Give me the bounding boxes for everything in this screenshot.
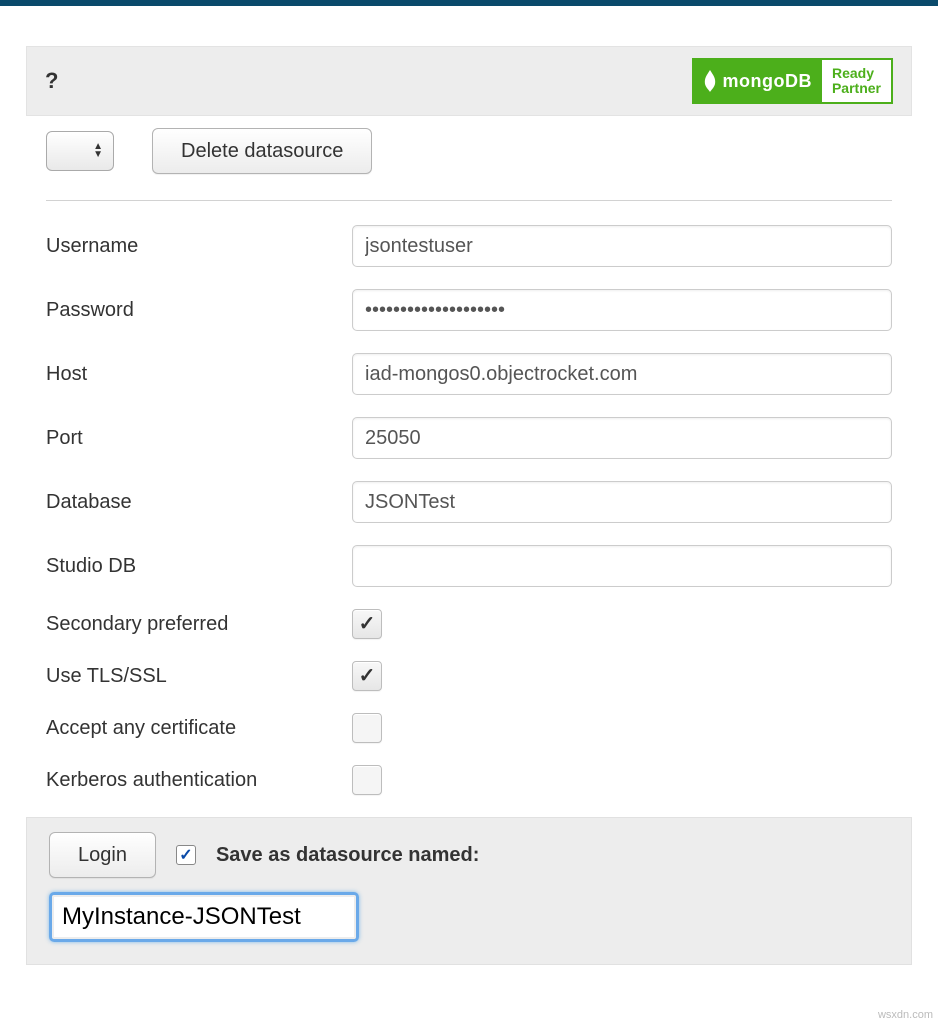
partner-line2: Partner (832, 81, 881, 96)
database-label: Database (46, 491, 352, 514)
datasource-stepper[interactable]: ▲ ▼ (46, 131, 114, 171)
toolbar-divider (46, 200, 892, 201)
datasource-name-field-focus (49, 892, 359, 942)
host-input[interactable] (352, 353, 892, 395)
stepper-arrows-icon: ▲ ▼ (93, 143, 103, 159)
partner-line1: Ready (832, 66, 874, 81)
tls-row: Use TLS/SSL ✓ (46, 661, 892, 691)
login-button[interactable]: Login (49, 832, 156, 878)
header-bar: ? mongoDB Ready Partner (26, 46, 912, 116)
password-input[interactable] (352, 289, 892, 331)
username-row: Username (46, 225, 892, 267)
app-top-border (0, 0, 938, 6)
studiodb-row: Studio DB (46, 545, 892, 587)
host-row: Host (46, 353, 892, 395)
studiodb-label: Studio DB (46, 555, 352, 578)
datasource-toolbar: ▲ ▼ Delete datasource (46, 128, 912, 174)
datasource-name-wrap (49, 892, 889, 942)
chevron-down-icon: ▼ (93, 151, 103, 159)
accept-cert-row: Accept any certificate (46, 713, 892, 743)
check-icon: ✓ (179, 845, 192, 865)
database-row: Database (46, 481, 892, 523)
datasource-name-input[interactable] (54, 897, 354, 937)
port-label: Port (46, 427, 352, 450)
save-as-checkbox[interactable]: ✓ (176, 845, 196, 865)
login-footer-panel: Login ✓ Save as datasource named: (26, 817, 912, 965)
username-label: Username (46, 235, 352, 258)
port-input[interactable] (352, 417, 892, 459)
help-icon[interactable]: ? (45, 68, 58, 94)
host-label: Host (46, 363, 352, 386)
login-row: Login ✓ Save as datasource named: (49, 832, 889, 878)
password-label: Password (46, 299, 352, 322)
partner-badge-text: Ready Partner (822, 60, 891, 102)
secondary-preferred-label: Secondary preferred (46, 613, 352, 636)
mongodb-partner-badge: mongoDB Ready Partner (692, 58, 893, 104)
check-icon: ✓ (359, 666, 376, 686)
studiodb-input[interactable] (352, 545, 892, 587)
watermark-text: wsxdn.com (878, 1009, 933, 1021)
kerberos-label: Kerberos authentication (46, 769, 352, 792)
accept-cert-checkbox[interactable] (352, 713, 382, 743)
connection-form: Username Password Host Port Database Stu… (46, 225, 892, 795)
save-as-label: Save as datasource named: (216, 844, 479, 867)
mongodb-label: mongoDB (722, 71, 811, 92)
secondary-preferred-row: Secondary preferred ✓ (46, 609, 892, 639)
page-container: ? mongoDB Ready Partner ▲ ▼ Delete datas… (0, 46, 938, 965)
check-icon: ✓ (359, 614, 376, 634)
accept-cert-label: Accept any certificate (46, 717, 352, 740)
database-input[interactable] (352, 481, 892, 523)
kerberos-row: Kerberos authentication (46, 765, 892, 795)
leaf-icon (702, 69, 718, 93)
password-row: Password (46, 289, 892, 331)
kerberos-checkbox[interactable] (352, 765, 382, 795)
delete-datasource-button[interactable]: Delete datasource (152, 128, 372, 174)
tls-label: Use TLS/SSL (46, 665, 352, 688)
mongodb-logo: mongoDB (694, 60, 821, 102)
username-input[interactable] (352, 225, 892, 267)
tls-checkbox[interactable]: ✓ (352, 661, 382, 691)
secondary-preferred-checkbox[interactable]: ✓ (352, 609, 382, 639)
port-row: Port (46, 417, 892, 459)
